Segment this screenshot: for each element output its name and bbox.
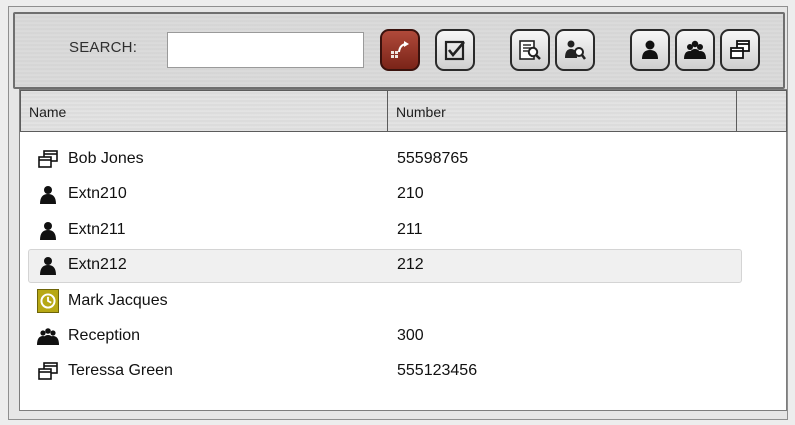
row-name: Mark Jacques bbox=[68, 291, 168, 309]
user-search-icon bbox=[565, 40, 586, 60]
groups-filter-button[interactable] bbox=[675, 29, 715, 71]
transfer-icon bbox=[391, 41, 409, 58]
select-all-button[interactable] bbox=[435, 29, 475, 71]
schedule-icon bbox=[37, 289, 59, 314]
row-number: 55598765 bbox=[397, 150, 469, 167]
users-filter-button[interactable] bbox=[630, 29, 670, 71]
list-item[interactable]: Extn210 210 bbox=[20, 177, 786, 212]
row-number: 210 bbox=[397, 185, 424, 203]
row-name: Extn210 bbox=[68, 185, 127, 203]
row-name: Extn212 bbox=[68, 256, 127, 274]
windows-icon bbox=[730, 40, 750, 59]
contacts-filter-button[interactable] bbox=[720, 29, 760, 71]
list-item[interactable]: Reception 300 bbox=[20, 319, 786, 354]
directory-panel: SEARCH: Name Number Bob Jones 55598765 E… bbox=[8, 6, 788, 420]
directory-list[interactable]: Name Number Bob Jones 55598765 Extn210 2… bbox=[19, 89, 787, 411]
list-item[interactable]: Teressa Green 555123456 bbox=[20, 354, 786, 389]
list-item[interactable]: Bob Jones 55598765 bbox=[20, 142, 786, 177]
list-header: Name Number bbox=[20, 90, 787, 132]
row-name: Reception bbox=[68, 326, 141, 344]
row-number: 555123456 bbox=[397, 362, 478, 380]
list-item[interactable]: Extn211 211 bbox=[20, 213, 786, 248]
column-header-name[interactable]: Name bbox=[20, 90, 388, 132]
user-icon bbox=[37, 221, 59, 240]
column-header-spacer bbox=[737, 90, 787, 132]
contact-windows-icon bbox=[37, 150, 59, 169]
checkbox-icon bbox=[444, 40, 465, 61]
row-number: 300 bbox=[397, 326, 424, 344]
group-icon bbox=[37, 327, 59, 346]
directory-search-button[interactable] bbox=[510, 29, 550, 71]
list-item[interactable]: Mark Jacques bbox=[20, 284, 786, 319]
row-number: 211 bbox=[397, 220, 423, 238]
list-item-selected[interactable]: Extn212 212 bbox=[20, 248, 786, 284]
user-icon bbox=[37, 256, 59, 276]
user-search-button[interactable] bbox=[555, 29, 595, 71]
search-input[interactable] bbox=[167, 32, 364, 68]
user-icon bbox=[37, 185, 59, 205]
row-name: Teressa Green bbox=[68, 362, 173, 380]
group-icon bbox=[684, 40, 706, 59]
selection-highlight bbox=[28, 249, 742, 284]
directory-search-icon bbox=[519, 40, 541, 60]
search-label: SEARCH: bbox=[69, 39, 138, 56]
row-number: 212 bbox=[397, 256, 424, 274]
contact-windows-icon bbox=[37, 362, 59, 381]
toolbar: SEARCH: bbox=[13, 12, 785, 89]
row-name: Extn211 bbox=[68, 220, 126, 238]
column-header-number[interactable]: Number bbox=[388, 90, 737, 132]
transfer-button[interactable] bbox=[380, 29, 420, 71]
rows-container: Bob Jones 55598765 Extn210 210 Extn211 2… bbox=[20, 142, 786, 390]
row-name: Bob Jones bbox=[68, 150, 144, 167]
user-icon bbox=[642, 40, 658, 59]
